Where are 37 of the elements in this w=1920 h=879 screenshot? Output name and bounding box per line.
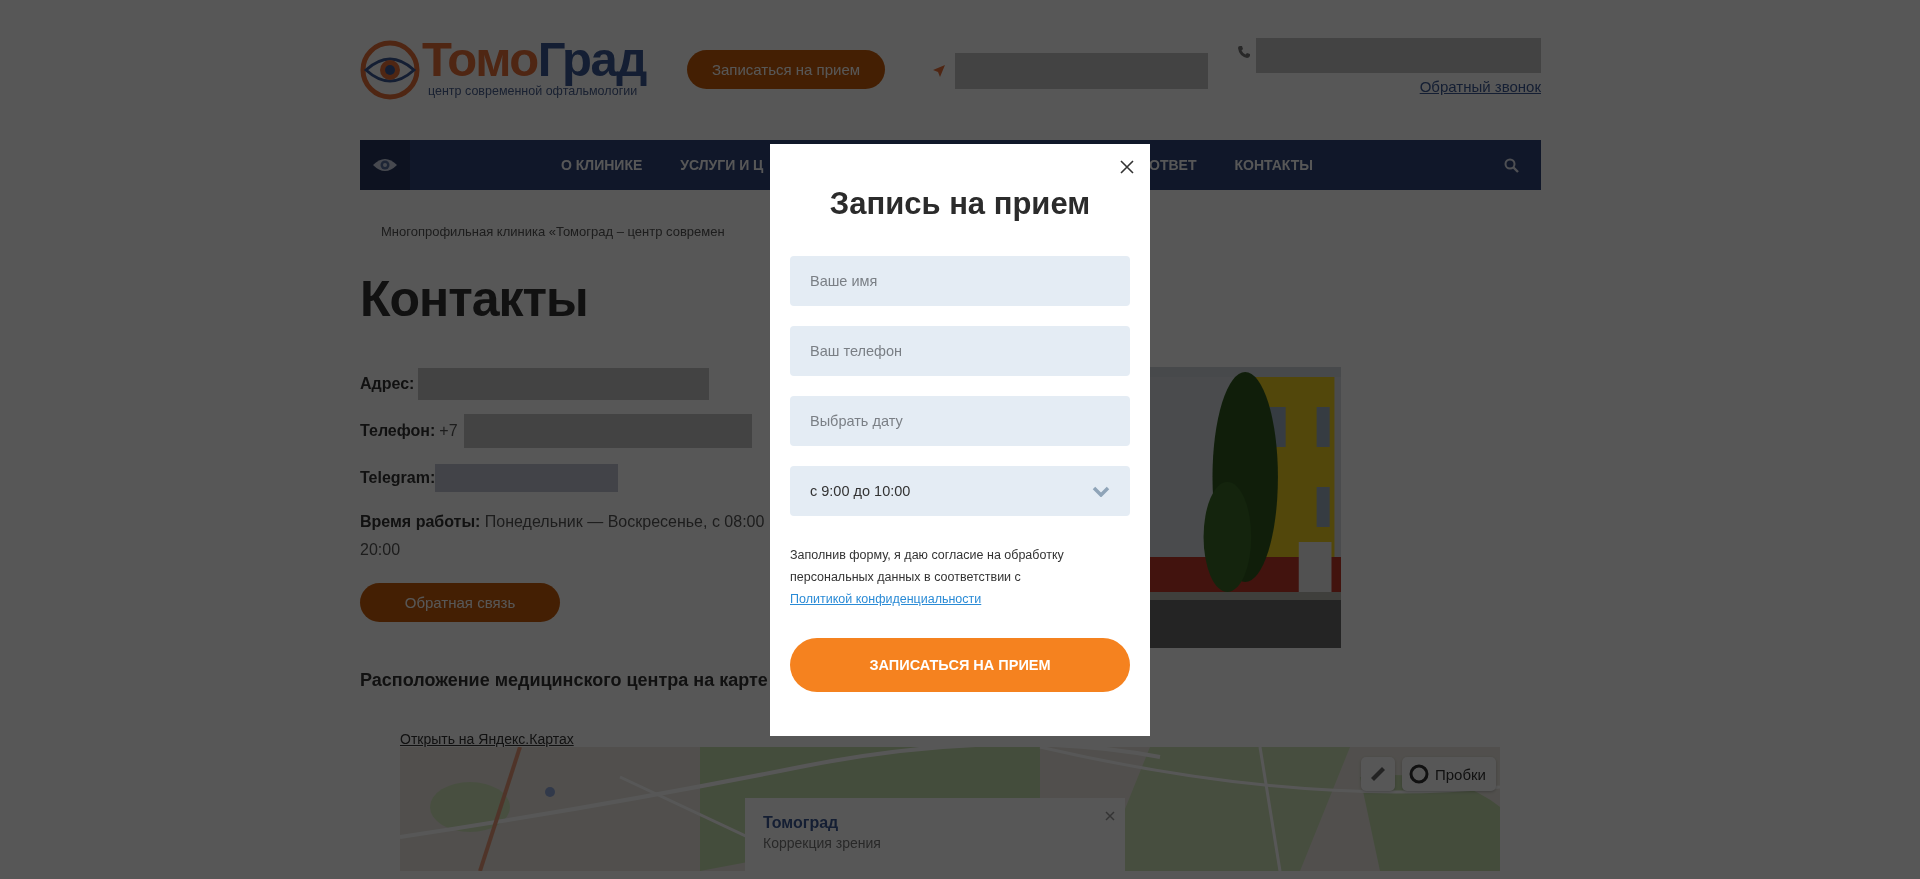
consent-text: Заполнив форму, я даю согласие на обработку персональных данных в соответствии с Политикой конфиденциальности	[790, 547, 1065, 608]
eye-icon	[372, 157, 398, 173]
traffic-icon	[1408, 763, 1430, 785]
balloon-title[interactable]: Томоград	[763, 814, 1107, 832]
feedback-button[interactable]: Обратная связь	[360, 583, 560, 622]
input-field[interactable]: Ваше имя	[790, 256, 1130, 306]
submit-button[interactable]: ЗАПИСАТЬСЯ НА ПРИЕМ	[790, 638, 1130, 692]
nav-link[interactable]: О КЛИНИКЕ	[561, 157, 643, 173]
callback-link[interactable]: Обратный звонок	[1419, 78, 1541, 95]
breadcrumb-link[interactable]: Многопрофильная клиника «Томоград – центр современ	[381, 224, 725, 239]
close-icon	[1120, 160, 1134, 174]
input-field[interactable]: Ваш телефон	[790, 326, 1130, 376]
section-heading: Расположение медицинского центра на карте	[360, 670, 768, 691]
close-icon	[1105, 811, 1115, 821]
chevron-down-icon	[1092, 485, 1110, 497]
contact-value: +7	[439, 421, 458, 440]
traffic-button[interactable]: Пробки	[1402, 757, 1496, 791]
privacy-policy-link[interactable]: Политикой конфиденциальности	[790, 592, 982, 606]
phone-icon	[1237, 45, 1251, 59]
nav-link[interactable]: УСЛУГИ И Ц	[680, 157, 764, 173]
contact-label: Адрес:	[360, 374, 415, 393]
working-hours: Время работы: Понедельник — Воскресенье, с 08:00	[360, 512, 765, 532]
working-hours-end: 20:00	[360, 540, 401, 560]
ruler-icon	[1369, 765, 1387, 783]
open-map-link[interactable]: Открыть на Яндекс.Картах	[400, 731, 574, 747]
dialog-title: Запись на прием	[828, 185, 1092, 223]
nav-link[interactable]: КОНТАКТЫ	[1234, 157, 1313, 173]
time-select[interactable]: с 9:00 до 10:00	[790, 466, 1130, 516]
page-title: Контакты	[360, 270, 588, 329]
contact-label: Telegram:	[360, 468, 436, 487]
input-field[interactable]: Выбрать дату	[790, 396, 1130, 446]
nav-link[interactable]: ОТВЕТ	[1149, 157, 1197, 173]
location-arrow-icon	[932, 64, 946, 78]
contact-label: Телефон:	[360, 421, 436, 440]
appointment-button[interactable]: Записаться на прием	[687, 50, 885, 89]
search-icon	[1503, 157, 1519, 173]
logo-eye-icon	[360, 40, 420, 100]
